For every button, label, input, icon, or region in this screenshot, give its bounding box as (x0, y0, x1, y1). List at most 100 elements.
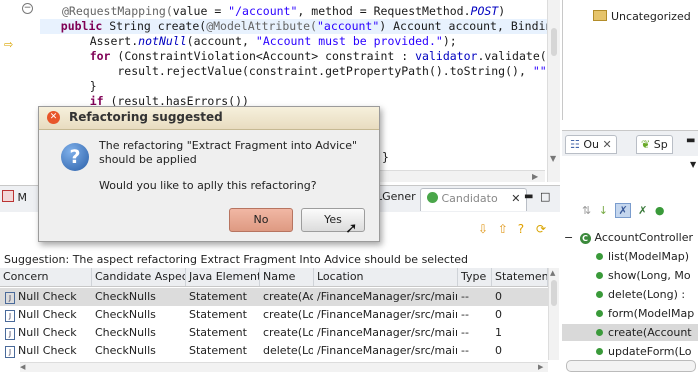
tree-item[interactable]: form(ModelMap (562, 305, 698, 322)
table-horizontal-scrollbar[interactable]: ◀ ▶ (20, 362, 548, 372)
scroll-down-icon[interactable]: ▼ (550, 154, 556, 163)
uncategorized-item[interactable]: Uncategorized (593, 10, 691, 23)
close-icon[interactable]: ✕ (511, 192, 520, 205)
hide-nonpublic-icon[interactable]: ✗ (638, 204, 647, 217)
arrow-up-icon[interactable]: ⇧ (498, 222, 508, 236)
question-icon: ? (61, 143, 89, 171)
table-cell: /FinanceManager/src/main/j (317, 290, 457, 303)
table-row[interactable]: J Null Check CheckNulls Statement create(… (0, 324, 555, 342)
tree-item-label: show(Long, Mo (608, 269, 691, 282)
maximize-icon[interactable]: □ (540, 190, 550, 203)
table-cell: -- (461, 308, 469, 321)
aspect-icon: J (5, 310, 15, 322)
column-header[interactable]: Statement (492, 268, 548, 286)
tab-lgener-label: LGener (376, 190, 416, 203)
minimize-icon[interactable]: ▬ (686, 135, 695, 146)
column-header[interactable]: Type (458, 268, 492, 286)
outline-tab-bar: ☷ Ou ✕ ❦ Sp ▬ (562, 130, 698, 157)
column-header[interactable]: Java Element (186, 268, 260, 286)
scroll-right-icon[interactable]: ▶ (538, 363, 543, 371)
hide-local-icon[interactable]: ● (655, 204, 665, 217)
table-cell: Statement (189, 344, 247, 357)
sort-icon[interactable]: ↓ (599, 204, 608, 217)
class-icon: C (579, 233, 591, 244)
spring-icon: ❦ (641, 138, 651, 151)
tab-lgener[interactable]: LGener (376, 190, 416, 203)
table-cell: create(Lo (263, 326, 313, 339)
tree-root-label: AccountController (594, 231, 694, 244)
tree-item-label: form(ModelMap (608, 307, 695, 320)
scroll-thumb[interactable] (551, 28, 557, 56)
code-line-3: Assert.notNull(account, "Account must be… (62, 34, 457, 48)
hide-static-icon[interactable]: ✗ (615, 203, 631, 218)
tree-item[interactable]: show(Long, Mo (562, 267, 698, 284)
close-icon[interactable]: ✕ (47, 111, 60, 124)
table-row[interactable]: J Null Check CheckNulls Statement delete(… (0, 342, 555, 360)
dialog-message: The refactoring "Extract Fragment into A… (99, 139, 358, 166)
tab-candidato[interactable]: Candidato ✕ (420, 188, 528, 211)
public-method-icon (596, 272, 603, 279)
table-cell: 0 (495, 308, 502, 321)
close-icon[interactable]: ✕ (603, 138, 612, 151)
collapse-icon[interactable]: − (22, 3, 33, 14)
concern-label: Null Check (18, 326, 77, 339)
markers-icon (2, 190, 14, 202)
table-cell: 1 (495, 326, 502, 339)
table-row[interactable]: J Null Check CheckNulls Statement create(… (0, 288, 555, 306)
concern-cell: J Null Check (2, 288, 91, 306)
hide-fields-icon[interactable]: ⇅ (582, 204, 591, 217)
table-vertical-scrollbar[interactable]: ▲ (548, 268, 559, 360)
arrow-down-icon[interactable]: ⇩ (478, 222, 488, 236)
column-header[interactable]: Concern (0, 268, 92, 286)
mouse-cursor-icon: ➚ (345, 219, 358, 237)
quick-fix-marker-icon[interactable]: ⇨ (4, 38, 13, 51)
no-button[interactable]: No (229, 208, 293, 232)
editor-gutter: − ⇨ (0, 0, 40, 182)
tab-markers[interactable]: M (2, 190, 27, 204)
public-method-icon (596, 348, 603, 355)
column-header[interactable]: Location (314, 268, 458, 286)
candidate-icon (427, 192, 438, 203)
collapse-toggle-icon[interactable]: − (564, 229, 573, 246)
tab-spring-label: Sp (653, 138, 668, 151)
concern-cell: J Null Check (2, 324, 91, 342)
code-line-5: result.rejectValue(constraint.getPropert… (62, 64, 553, 78)
refresh-icon[interactable]: ⟳ (536, 222, 546, 236)
dialog-titlebar[interactable]: ✕ Refactoring suggested (39, 107, 379, 130)
column-header[interactable]: Candidate Aspec (92, 268, 186, 286)
scroll-left-icon[interactable]: ◀ (20, 363, 25, 371)
tab-outline-label: Ou (583, 138, 600, 151)
candidate-table-header: Concern Candidate Aspec Java Element Nam… (0, 268, 555, 287)
table-cell: /FinanceManager/src/main/j (317, 344, 457, 357)
scroll-right-icon[interactable]: ▶ (532, 172, 538, 181)
editor-vertical-scrollbar[interactable]: ▼ (547, 0, 560, 182)
table-cell: Statement (189, 326, 247, 339)
concern-label: Null Check (18, 290, 77, 303)
concern-cell: J Null Check (2, 306, 91, 324)
column-header[interactable]: Name (260, 268, 314, 286)
tree-root[interactable]: − C AccountController (562, 229, 698, 246)
aspect-icon: J (5, 292, 15, 304)
public-method-icon (596, 291, 603, 298)
outline-icon: ☷ (570, 138, 580, 151)
minimize-icon[interactable]: ▬ (524, 191, 533, 202)
scroll-thumb[interactable] (551, 280, 557, 306)
help-icon[interactable]: ? (518, 222, 524, 236)
outline-horizontal-scrollbar[interactable] (566, 360, 696, 372)
tab-outline[interactable]: ☷ Ou ✕ (565, 135, 617, 154)
outline-toolbar: ⇅ ↓ ✗ ✗ ● (582, 203, 665, 218)
table-cell: create(Lo (263, 308, 313, 321)
tree-item[interactable]: updateForm(Lo (562, 343, 698, 360)
table-row[interactable]: J Null Check CheckNulls Statement create(… (0, 306, 555, 324)
public-method-icon (596, 253, 603, 260)
view-menu-icon[interactable]: ▼ (690, 160, 696, 169)
tab-spring[interactable]: ❦ Sp (636, 135, 673, 154)
tree-item[interactable]: delete(Long) : (562, 286, 698, 303)
uncategorized-label: Uncategorized (611, 10, 691, 23)
scroll-up-icon[interactable]: ▲ (550, 269, 555, 277)
outline-tree: ▼ ⇅ ↓ ✗ ✗ ● − C AccountController list(Mo… (562, 156, 698, 372)
tree-item-selected[interactable]: create(Account (562, 324, 698, 341)
tree-item[interactable]: list(ModelMap) (562, 248, 698, 265)
table-cell: Statement (189, 308, 247, 321)
tab-markers-label: M (17, 191, 28, 204)
